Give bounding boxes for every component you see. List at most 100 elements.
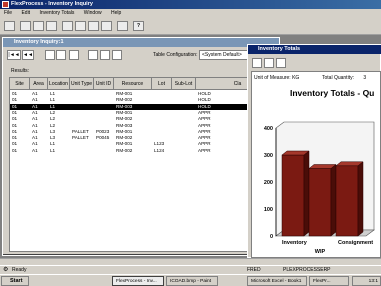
new-icon[interactable] [20, 21, 31, 31]
save-icon[interactable] [33, 21, 44, 31]
filter-icon[interactable] [56, 50, 66, 60]
app-title: FlexProcess - Inventory Inquiry [11, 1, 93, 7]
export-icon[interactable] [112, 50, 122, 60]
table-row[interactable]: 01 A1 L1 RM-003 HOLD [10, 103, 280, 110]
column-header[interactable]: Sub-Lot [172, 78, 196, 90]
y-tick-label: 100 [264, 207, 273, 213]
table-cell [153, 91, 173, 97]
print-icon[interactable] [46, 21, 57, 31]
sort-icon[interactable] [45, 50, 55, 60]
grid-header: Site Area Location Unit Type Unit ID Resource… [10, 78, 280, 90]
inventory-inquiry-window: Inventory Inquiry:1 |◄◄ ◄◄ Table Configu… [2, 37, 280, 256]
table-cell [95, 116, 115, 122]
app-icon [2, 1, 9, 8]
first-record-button[interactable]: |◄◄ [7, 50, 21, 60]
table-cell [71, 104, 95, 110]
undo-icon[interactable] [101, 21, 112, 31]
table-config-label: Table Configuration: [153, 52, 198, 58]
table-cell [173, 91, 197, 97]
menu-bar: File Edit Inventory Totals Window Help [0, 9, 381, 18]
menu-window[interactable]: Window [84, 10, 102, 16]
start-label: Start [10, 278, 23, 284]
results-grid: Site Area Location Unit Type Unit ID Resource… [9, 77, 280, 252]
table-cell [153, 116, 173, 122]
table-cell: L1 [50, 103, 56, 109]
properties-icon[interactable] [117, 21, 128, 31]
table-cell: 01 [12, 147, 18, 153]
table-cell: RM-001 [116, 91, 133, 96]
menu-file[interactable]: File [4, 10, 12, 16]
table-cell [173, 104, 197, 110]
refresh-icon[interactable] [276, 58, 286, 68]
table-row[interactable]: 01 A1 L3 PALLET P0023 RM-001 APPR [10, 129, 280, 135]
unit-of-measure: Unit of Measure: KG [254, 75, 300, 81]
bar [281, 150, 310, 237]
totals-content: Unit of Measure: KG Total Quantity: 3 In… [251, 71, 381, 258]
table-cell: L2 [50, 122, 56, 128]
totals-toolbar [248, 56, 381, 69]
taskbar-item-flexprocess[interactable]: FlexProcess - Inv... [112, 276, 164, 286]
menu-inventory-totals[interactable]: Inventory Totals [39, 10, 74, 16]
results-label: Results: [11, 68, 30, 74]
table-cell: L2 [50, 116, 56, 122]
table-cell: A1 [32, 128, 38, 134]
table-cell: 01 [12, 116, 18, 122]
table-row[interactable]: 01 A1 L2 RM-001 APPR [10, 110, 280, 116]
table-cell [173, 116, 197, 122]
table-cell [153, 123, 173, 129]
help-icon[interactable]: ? [133, 21, 144, 31]
table-row[interactable]: 01 A1 L2 RM-003 APPR [10, 123, 280, 129]
inquiry-toolbar: |◄◄ ◄◄ Table Configuration: <System Defa… [3, 48, 279, 63]
cut-icon[interactable] [62, 21, 73, 31]
table-row[interactable]: 01 A1 L1 RM-001 HOLD [10, 91, 280, 97]
start-button[interactable]: Start [1, 276, 29, 286]
total-quantity: Total Quantity: 3 [322, 75, 366, 81]
find-icon[interactable] [88, 50, 98, 60]
column-header[interactable]: Lot [152, 78, 172, 90]
column-header[interactable]: Unit Type [70, 78, 94, 90]
column-header[interactable]: Resource [114, 78, 152, 90]
chart-icon[interactable] [100, 50, 110, 60]
table-row[interactable]: 01 A1 L3 PALLET P0045 RM-002 APPR [10, 135, 280, 141]
table-cell: RM-001 [116, 128, 133, 134]
menu-edit[interactable]: Edit [21, 10, 30, 16]
column-header[interactable]: Location [48, 78, 70, 90]
refresh-icon[interactable] [69, 50, 79, 60]
inquiry-title-bar: Inventory Inquiry:1 [3, 38, 279, 47]
copy-icon[interactable] [75, 21, 86, 31]
table-row[interactable]: 01 A1 L1 RM-001 L123 APPR [10, 141, 280, 147]
taskbar-item-paint[interactable]: ICOAD.bmp - Paint [166, 276, 218, 286]
table-cell: 01 [12, 122, 18, 128]
table-cell: A1 [32, 109, 38, 115]
table-cell [71, 141, 95, 147]
column-header[interactable]: Unit ID [94, 78, 114, 90]
table-cell [153, 104, 173, 110]
open-icon[interactable] [4, 21, 15, 31]
table-cell [95, 148, 115, 154]
column-header[interactable]: Site [10, 78, 30, 90]
taskbar-item-flexprocess-2[interactable]: FlexPr... [309, 276, 349, 286]
paste-icon[interactable] [88, 21, 99, 31]
x-tick-label: Inventory [282, 240, 308, 246]
table-cell: 01 [12, 135, 18, 141]
table-row[interactable]: 01 A1 L1 RM-002 L124 APPR [10, 148, 280, 154]
table-cell: RM-002 [116, 135, 133, 141]
table-cell: A1 [32, 103, 38, 109]
print-icon[interactable] [252, 58, 262, 68]
table-cell: L3 [50, 135, 56, 141]
y-tick-label: 300 [264, 153, 273, 159]
bar [308, 163, 337, 237]
copy-icon[interactable] [264, 58, 274, 68]
table-row[interactable]: 01 A1 L2 RM-002 APPR [10, 116, 280, 122]
table-cell: RM-001 [116, 109, 133, 115]
column-header[interactable]: Area [30, 78, 48, 90]
taskbar-item-excel[interactable]: Microsoft Excel - Book1 [247, 276, 307, 286]
horizontal-scrollbar[interactable] [0, 258, 381, 265]
prev-record-button[interactable]: ◄◄ [22, 50, 34, 60]
menu-help[interactable]: Help [111, 10, 121, 16]
table-cell [153, 97, 173, 103]
table-cell [71, 123, 95, 129]
table-cell [95, 104, 115, 110]
table-cell [173, 141, 197, 147]
table-row[interactable]: 01 A1 L1 RM-002 HOLD [10, 97, 280, 103]
